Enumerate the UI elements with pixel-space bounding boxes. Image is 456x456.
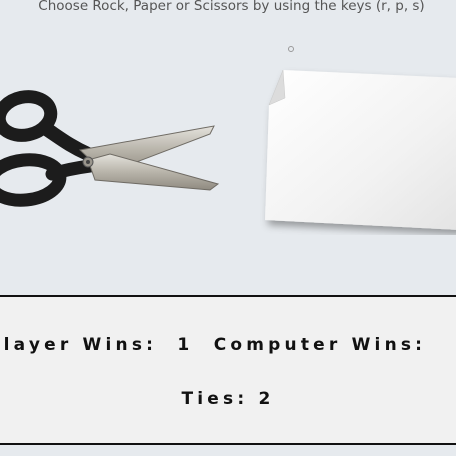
computer-wins-label: Computer Wins:: [213, 335, 427, 355]
small-dot: [288, 46, 294, 52]
ties-line: Ties: 2: [0, 389, 456, 409]
scoreboard: Player Wins: 1 Computer Wins: Ties: 2: [0, 295, 456, 445]
player-wins-label: Player Wins:: [0, 335, 158, 355]
instructions-text: Choose Rock, Paper or Scissors by using …: [38, 0, 425, 14]
player-wins-value: 1: [177, 335, 194, 355]
ties-value: 2: [258, 389, 275, 409]
paper-icon[interactable]: [255, 60, 456, 235]
scissors-icon[interactable]: [0, 88, 225, 213]
wins-line: Player Wins: 1 Computer Wins:: [0, 335, 456, 355]
ties-label: Ties:: [181, 389, 249, 409]
